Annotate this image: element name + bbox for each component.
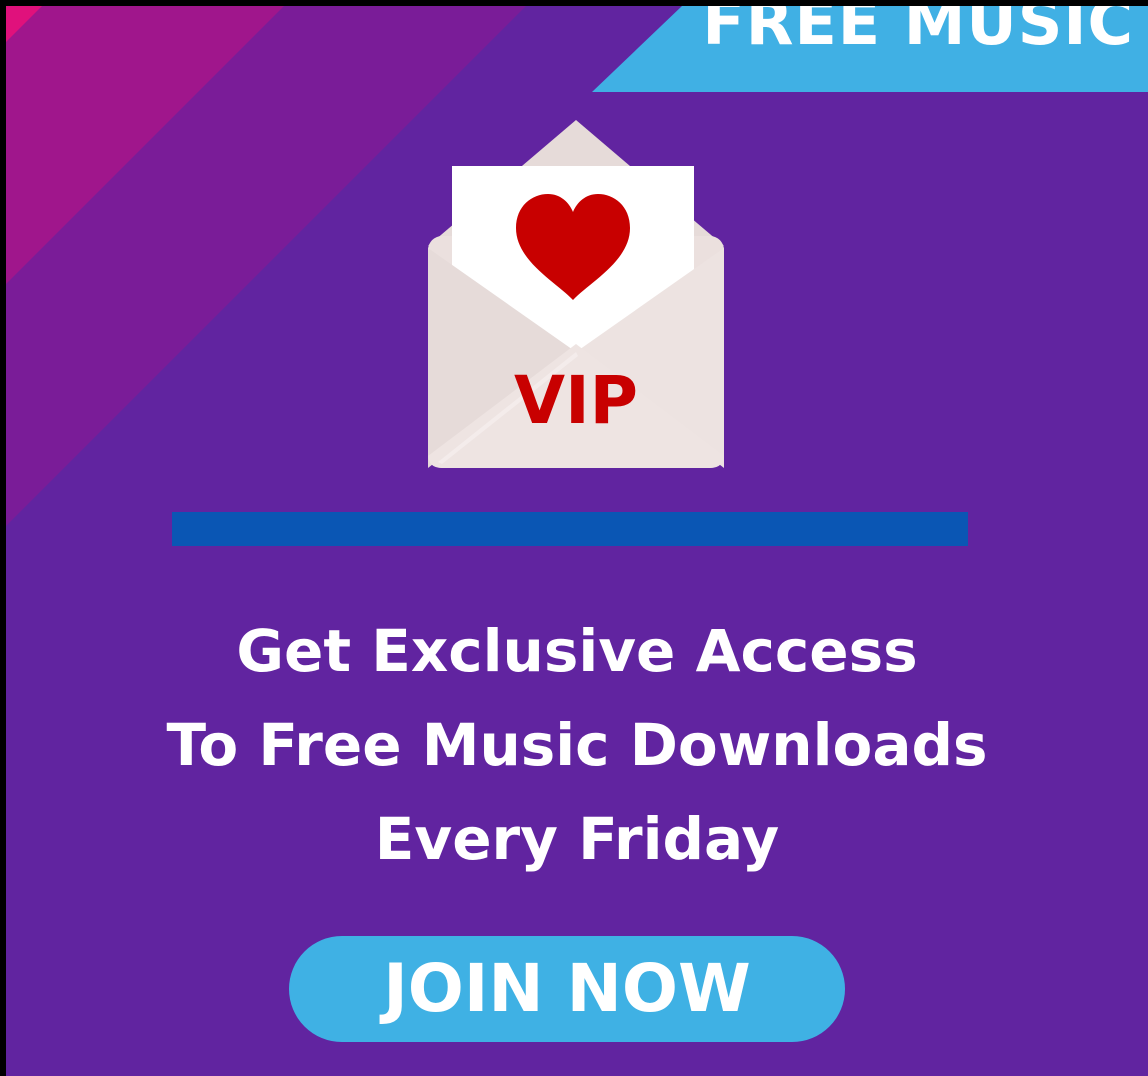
divider-bar [172, 512, 968, 546]
headline-line-3: Every Friday [374, 805, 780, 873]
headline: Get Exclusive Access To Free Music Downl… [6, 604, 1148, 886]
free-music-ribbon-label: FREE MUSIC [702, 6, 1134, 59]
join-now-label: JOIN NOW [383, 950, 751, 1027]
headline-line-2: To Free Music Downloads [166, 711, 988, 779]
join-now-button[interactable]: JOIN NOW [289, 936, 845, 1042]
headline-line-1: Get Exclusive Access [236, 617, 918, 685]
promo-banner: FREE MUSIC VIP Get Exclusive Access To F… [6, 6, 1148, 1076]
vip-badge: VIP [513, 362, 638, 439]
